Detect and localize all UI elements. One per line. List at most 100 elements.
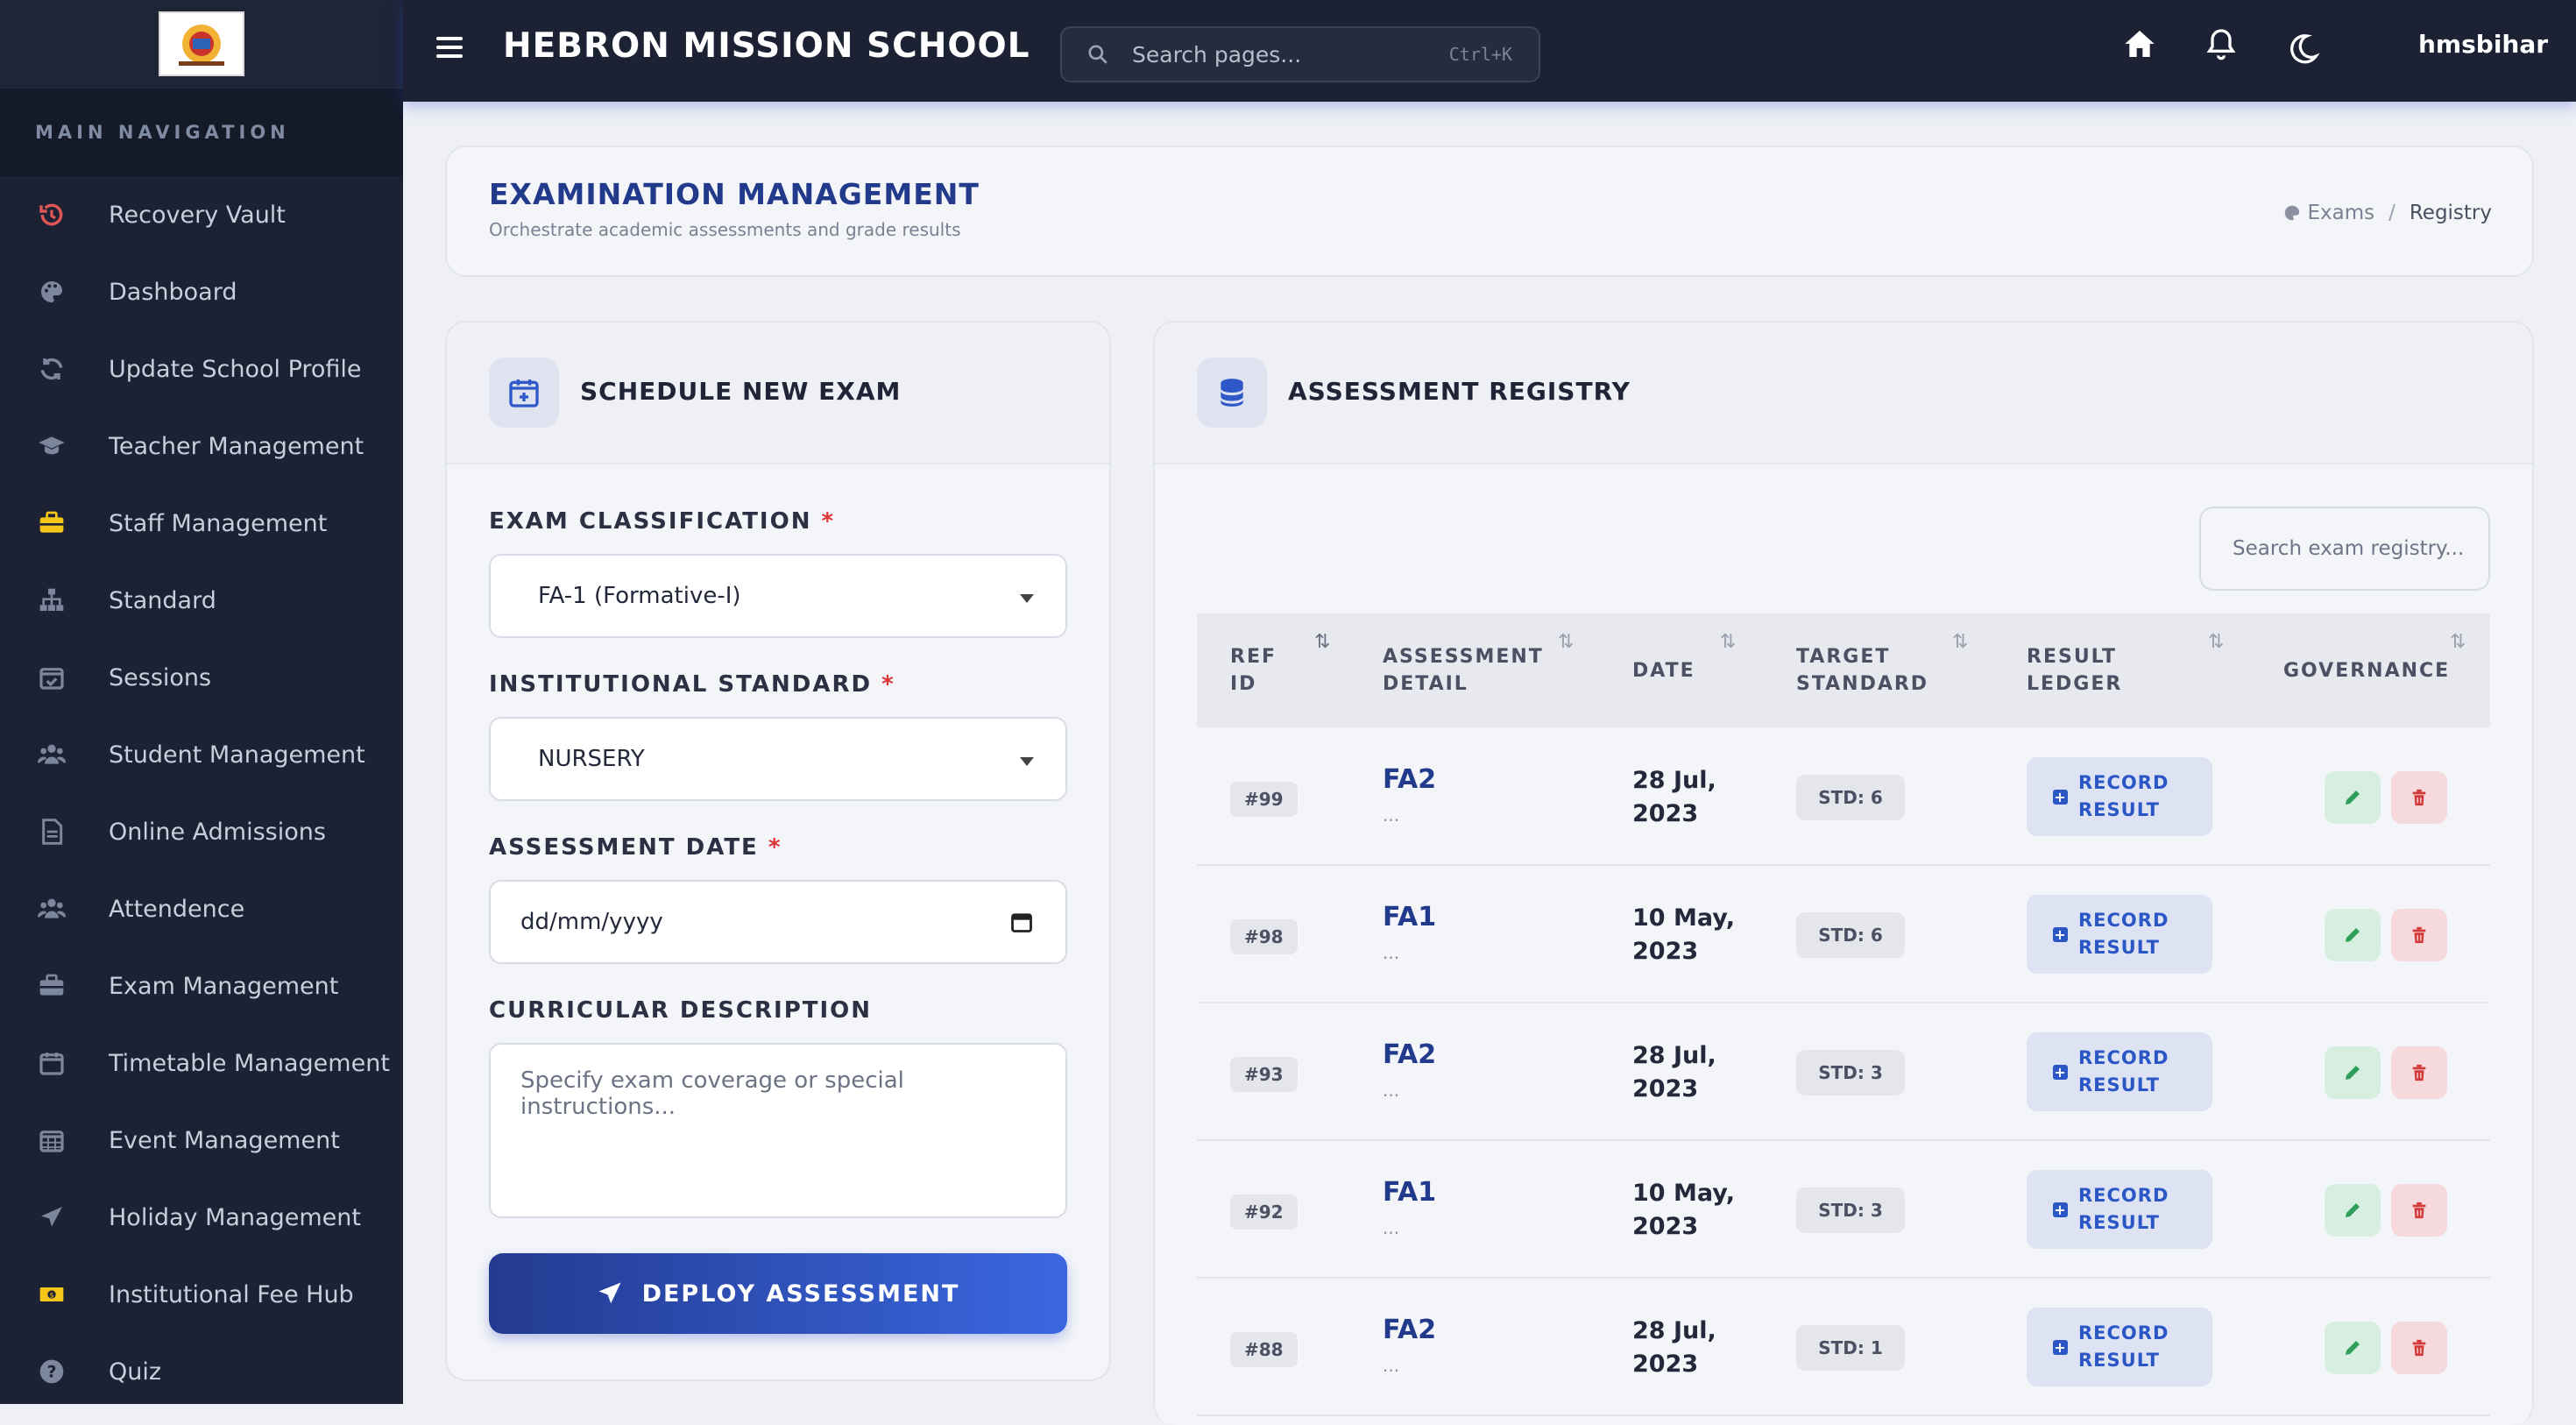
delete-button[interactable] xyxy=(2391,909,2447,961)
assessment-date-label: ASSESSMENT DATE * xyxy=(489,834,782,861)
sidebar-item-label: Exam Management xyxy=(109,972,339,1000)
sidebar-item-student-management[interactable]: Student Management xyxy=(0,716,403,793)
sort-icon[interactable]: ⇅ xyxy=(1952,631,1968,653)
sitemap-icon xyxy=(37,585,67,615)
record-result-label-line1: RECORD xyxy=(2078,1185,2169,1206)
delete-button[interactable] xyxy=(2391,1046,2447,1099)
sidebar-item-institutional-fee-hub[interactable]: $ Institutional Fee Hub xyxy=(0,1256,403,1333)
sort-icon[interactable]: ⇅ xyxy=(2450,631,2466,653)
search-icon xyxy=(1088,45,1108,64)
palette-icon xyxy=(2285,205,2300,221)
bell-icon[interactable] xyxy=(2204,26,2239,61)
col-date[interactable]: DATE xyxy=(1632,613,1695,727)
breadcrumb-current: Registry xyxy=(2409,202,2492,224)
exam-classification-select[interactable]: FA-1 (Formative-I) xyxy=(489,554,1067,638)
sidebar-item-label: Holiday Management xyxy=(109,1203,361,1231)
question-circle-icon: ? xyxy=(37,1357,67,1386)
col-assessment-detail-line2: DETAIL xyxy=(1383,673,1468,695)
chevron-down-icon xyxy=(1020,594,1034,603)
sidebar-item-staff-management[interactable]: Staff Management xyxy=(0,485,403,562)
sort-icon[interactable]: ⇅ xyxy=(2208,631,2224,653)
col-result-ledger[interactable]: RESULT LEDGER xyxy=(2027,613,2122,727)
edit-button[interactable] xyxy=(2325,771,2381,824)
user-menu[interactable]: hmsbihar xyxy=(2418,30,2548,59)
svg-text:?: ? xyxy=(47,1364,57,1382)
sidebar-item-standard[interactable]: Standard xyxy=(0,562,403,639)
sidebar-item-exam-management[interactable]: Exam Management xyxy=(0,947,403,1024)
target-standard-badge: STD: 3 xyxy=(1796,1050,1905,1095)
trash-icon xyxy=(2412,789,2426,806)
assessment-name: FA2 xyxy=(1383,1315,1437,1345)
edit-button[interactable] xyxy=(2325,1184,2381,1237)
users-icon xyxy=(37,894,67,924)
sidebar-item-update-school-profile[interactable]: Update School Profile xyxy=(0,330,403,408)
col-ref-id-line2: ID xyxy=(1230,673,1257,695)
sidebar-item-teacher-management[interactable]: Teacher Management xyxy=(0,408,403,485)
assessment-registry-title: ASSESSMENT REGISTRY xyxy=(1288,377,1631,406)
edit-button[interactable] xyxy=(2325,1046,2381,1099)
home-icon[interactable] xyxy=(2122,26,2157,61)
edit-button[interactable] xyxy=(2325,1322,2381,1374)
sidebar-item-label: Institutional Fee Hub xyxy=(109,1280,354,1308)
institutional-standard-select[interactable]: NURSERY xyxy=(489,717,1067,801)
delete-button[interactable] xyxy=(2391,771,2447,824)
record-result-button[interactable]: + RECORD RESULT xyxy=(2027,1170,2212,1249)
record-result-button[interactable]: + RECORD RESULT xyxy=(2027,757,2212,836)
sort-icon[interactable]: ⇅ xyxy=(1558,631,1574,653)
calendar-icon[interactable] xyxy=(1009,910,1034,934)
sidebar-item-recovery-vault[interactable]: Recovery Vault xyxy=(0,176,403,253)
assessment-date-input[interactable]: dd/mm/yyyy xyxy=(489,880,1067,964)
page-search[interactable]: Ctrl+K xyxy=(1060,26,1540,82)
curricular-description-textarea[interactable]: Specify exam coverage or special instruc… xyxy=(489,1043,1067,1218)
col-governance[interactable]: GOVERNANCE xyxy=(2283,613,2450,727)
schedule-exam-header: SCHEDULE NEW EXAM xyxy=(447,323,1109,464)
exam-classification-label-text: EXAM CLASSIFICATION xyxy=(489,508,812,535)
deploy-assessment-button[interactable]: DEPLOY ASSESSMENT xyxy=(489,1253,1067,1334)
school-logo[interactable] xyxy=(159,11,244,76)
sidebar-item-dashboard[interactable]: Dashboard xyxy=(0,253,403,330)
page-search-input[interactable] xyxy=(1130,40,1432,68)
assessment-registry-header: ASSESSMENT REGISTRY xyxy=(1155,323,2532,464)
record-result-button[interactable]: + RECORD RESULT xyxy=(2027,1032,2212,1111)
delete-button[interactable] xyxy=(2391,1322,2447,1374)
exam-classification-value: FA-1 (Formative-I) xyxy=(538,583,741,609)
record-result-button[interactable]: + RECORD RESULT xyxy=(2027,895,2212,974)
sidebar-item-event-management[interactable]: Event Management xyxy=(0,1102,403,1179)
menu-toggle-icon[interactable] xyxy=(436,37,463,60)
col-assessment-detail[interactable]: ASSESSMENT DETAIL xyxy=(1383,613,1544,727)
sidebar-item-quiz[interactable]: ? Quiz xyxy=(0,1333,403,1404)
sidebar-item-attendence[interactable]: Attendence xyxy=(0,870,403,947)
calendar-check-icon xyxy=(37,663,67,692)
col-target-standard-line2: STANDARD xyxy=(1796,673,1929,695)
ref-id-badge: #99 xyxy=(1230,782,1298,817)
breadcrumb: Exams / Registry xyxy=(2282,202,2492,224)
moon-icon[interactable] xyxy=(2285,32,2320,67)
sidebar-item-label: Quiz xyxy=(109,1358,162,1386)
plus-square-icon: + xyxy=(2053,1338,2068,1356)
sidebar-item-holiday-management[interactable]: Holiday Management xyxy=(0,1179,403,1256)
search-shortcut: Ctrl+K xyxy=(1448,44,1512,65)
sidebar-item-online-admissions[interactable]: Online Admissions xyxy=(0,793,403,870)
edit-button[interactable] xyxy=(2325,909,2381,961)
money-icon: $ xyxy=(37,1280,67,1309)
sidebar-item-timetable-management[interactable]: Timetable Management xyxy=(0,1024,403,1102)
assessment-description: ... xyxy=(1383,1080,1400,1101)
breadcrumb-exams-link[interactable]: Exams xyxy=(2307,202,2374,224)
briefcase-icon xyxy=(37,508,67,538)
sort-icon[interactable]: ⇅ xyxy=(1314,631,1330,653)
registry-search-input[interactable]: Search exam registry... xyxy=(2199,507,2490,591)
delete-button[interactable] xyxy=(2391,1184,2447,1237)
col-ref-id[interactable]: REF ID xyxy=(1230,613,1277,727)
sidebar-item-sessions[interactable]: Sessions xyxy=(0,639,403,716)
ref-id-badge: #88 xyxy=(1230,1332,1298,1367)
calendar-plus-icon xyxy=(489,358,559,428)
col-result-ledger-line2: LEDGER xyxy=(2027,673,2123,695)
sort-icon[interactable]: ⇅ xyxy=(1720,631,1736,653)
plus-square-icon: + xyxy=(2053,1201,2068,1218)
table-row: #93 FA2 ... 28 Jul, 2023 STD: 3 + RECORD… xyxy=(1197,1003,2490,1141)
page-title: EXAMINATION MANAGEMENT xyxy=(489,177,980,211)
page-header-card: EXAMINATION MANAGEMENT Orchestrate acade… xyxy=(445,145,2534,277)
record-result-button[interactable]: + RECORD RESULT xyxy=(2027,1308,2212,1386)
col-target-standard[interactable]: TARGET STANDARD xyxy=(1796,613,1928,727)
col-ref-id-line1: REF xyxy=(1230,646,1277,668)
